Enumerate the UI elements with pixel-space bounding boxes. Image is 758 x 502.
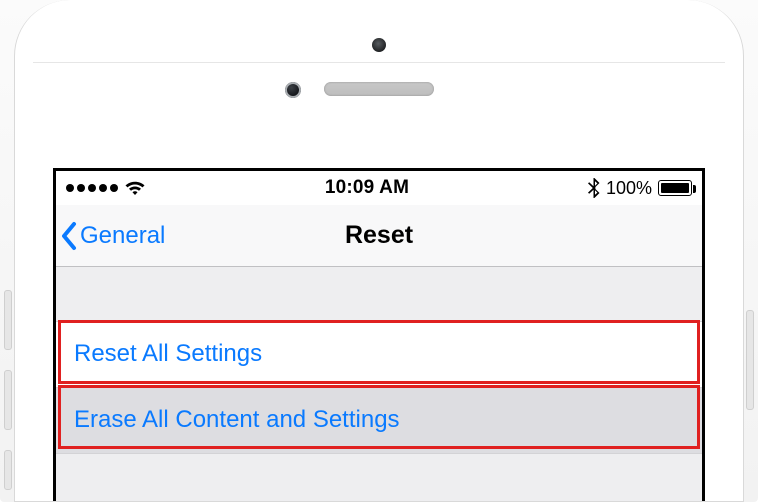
back-button[interactable]: General: [60, 205, 165, 266]
content-area: Reset All Settings Erase All Content and…: [56, 267, 702, 501]
nav-title: Reset: [345, 221, 413, 250]
nav-bar: General Reset: [56, 205, 702, 267]
power-button: [746, 310, 754, 410]
battery-percent: 100%: [606, 178, 652, 199]
device-frame: 10:09 AM 100% General: [0, 0, 758, 502]
status-left: [66, 180, 146, 196]
back-label: General: [80, 222, 165, 250]
front-camera: [285, 82, 301, 98]
mute-switch: [4, 450, 12, 490]
chevron-left-icon: [60, 221, 78, 251]
bluetooth-icon: [588, 178, 600, 198]
erase-all-content-row[interactable]: Erase All Content and Settings: [56, 388, 702, 454]
battery-icon: [658, 180, 692, 196]
status-clock: 10:09 AM: [325, 177, 409, 199]
reset-all-settings-row[interactable]: Reset All Settings: [56, 321, 702, 388]
device-bezel: 10:09 AM 100% General: [14, 0, 744, 502]
status-right: 100%: [588, 178, 692, 199]
cell-label: Reset All Settings: [74, 340, 262, 367]
volume-up-button: [4, 290, 12, 350]
screen: 10:09 AM 100% General: [53, 168, 705, 501]
sensor-dot: [372, 38, 386, 52]
earpiece-speaker: [324, 82, 434, 96]
volume-down-button: [4, 370, 12, 430]
status-bar: 10:09 AM 100%: [56, 171, 702, 205]
section-spacer: [56, 267, 702, 321]
signal-strength-icon: [66, 184, 118, 192]
wifi-icon: [124, 180, 146, 196]
cell-label: Erase All Content and Settings: [74, 406, 400, 433]
